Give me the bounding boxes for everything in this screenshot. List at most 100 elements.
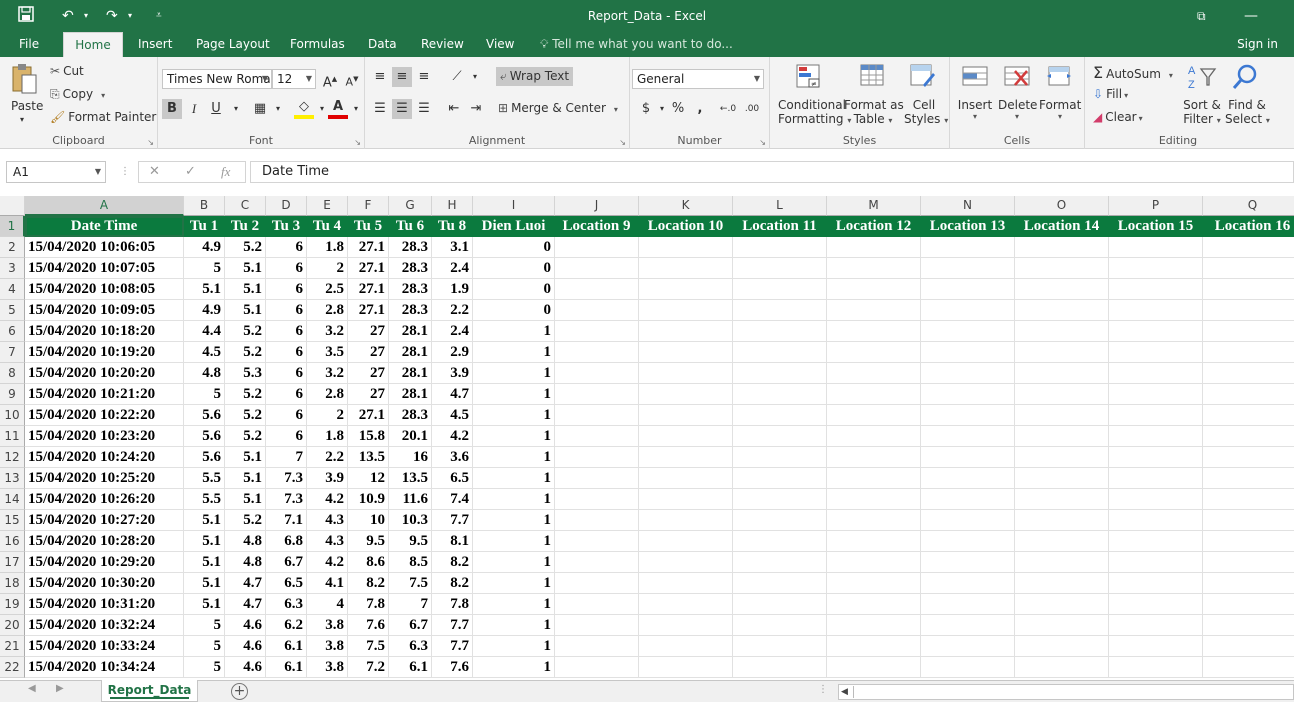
column-header-q[interactable]: Q <box>1203 196 1294 216</box>
date-time-cell[interactable]: 15/04/2020 10:34:24 <box>25 657 184 678</box>
empty-cell[interactable] <box>639 657 733 678</box>
empty-cell[interactable] <box>639 279 733 300</box>
value-cell[interactable]: 6 <box>266 426 307 447</box>
empty-cell[interactable] <box>1109 531 1203 552</box>
column-header-g[interactable]: G <box>389 196 432 216</box>
empty-cell[interactable] <box>827 468 921 489</box>
header-cell[interactable]: Tu 3 <box>266 216 307 237</box>
fill-button[interactable]: ⇩ Fill ▾ <box>1093 87 1128 101</box>
value-cell[interactable]: 7.5 <box>348 636 389 657</box>
format-cells-button[interactable]: Format ▾ <box>1039 98 1081 121</box>
next-sheet-icon[interactable]: ▶ <box>56 683 64 694</box>
empty-cell[interactable] <box>639 468 733 489</box>
insert-cells-button[interactable]: Insert ▾ <box>956 98 994 121</box>
font-color-dropdown-icon[interactable]: ▾ <box>346 99 366 119</box>
row-header[interactable]: 1 <box>0 216 25 237</box>
empty-cell[interactable] <box>827 489 921 510</box>
value-cell[interactable]: 5.2 <box>225 405 266 426</box>
value-cell[interactable]: 1 <box>473 510 555 531</box>
empty-cell[interactable] <box>827 594 921 615</box>
value-cell[interactable]: 28.3 <box>389 237 432 258</box>
tab-view[interactable]: View <box>478 32 522 57</box>
empty-cell[interactable] <box>555 531 639 552</box>
tell-me-search[interactable]: 💡︎ Tell me what you want to do... <box>540 32 733 57</box>
empty-cell[interactable] <box>1203 489 1294 510</box>
value-cell[interactable]: 3.2 <box>307 363 348 384</box>
value-cell[interactable]: 5 <box>184 657 225 678</box>
value-cell[interactable]: 5.1 <box>225 468 266 489</box>
empty-cell[interactable] <box>639 447 733 468</box>
add-sheet-icon[interactable]: + <box>231 683 248 700</box>
minimize-icon[interactable]: — <box>1244 6 1258 26</box>
column-header-d[interactable]: D <box>266 196 307 216</box>
empty-cell[interactable] <box>639 300 733 321</box>
empty-cell[interactable] <box>827 384 921 405</box>
empty-cell[interactable] <box>1203 300 1294 321</box>
empty-cell[interactable] <box>921 657 1015 678</box>
empty-cell[interactable] <box>1015 363 1109 384</box>
empty-cell[interactable] <box>555 573 639 594</box>
empty-cell[interactable] <box>1203 510 1294 531</box>
row-header[interactable]: 18 <box>0 573 25 594</box>
value-cell[interactable]: 1 <box>473 447 555 468</box>
empty-cell[interactable] <box>1015 468 1109 489</box>
empty-cell[interactable] <box>639 384 733 405</box>
value-cell[interactable]: 1 <box>473 321 555 342</box>
empty-cell[interactable] <box>1203 342 1294 363</box>
empty-cell[interactable] <box>1109 573 1203 594</box>
value-cell[interactable]: 2.8 <box>307 384 348 405</box>
empty-cell[interactable] <box>921 384 1015 405</box>
empty-cell[interactable] <box>921 321 1015 342</box>
borders-icon[interactable]: ▦ <box>250 99 270 119</box>
empty-cell[interactable] <box>1203 594 1294 615</box>
name-box[interactable]: A1 ▼ <box>6 161 106 183</box>
value-cell[interactable]: 6 <box>266 321 307 342</box>
value-cell[interactable]: 6.3 <box>389 636 432 657</box>
empty-cell[interactable] <box>1109 636 1203 657</box>
row-header[interactable]: 4 <box>0 279 25 300</box>
empty-cell[interactable] <box>1109 363 1203 384</box>
empty-cell[interactable] <box>1015 342 1109 363</box>
row-header[interactable]: 8 <box>0 363 25 384</box>
empty-cell[interactable] <box>1015 279 1109 300</box>
empty-cell[interactable] <box>1203 615 1294 636</box>
value-cell[interactable]: 6.5 <box>266 573 307 594</box>
clipboard-launcher-icon[interactable]: ↘ <box>147 138 154 147</box>
value-cell[interactable]: 1 <box>473 636 555 657</box>
value-cell[interactable]: 8.2 <box>348 573 389 594</box>
value-cell[interactable]: 8.1 <box>432 531 473 552</box>
empty-cell[interactable] <box>1015 258 1109 279</box>
empty-cell[interactable] <box>639 531 733 552</box>
paste-dropdown-icon[interactable]: ▾ <box>20 115 24 124</box>
empty-cell[interactable] <box>733 552 827 573</box>
empty-cell[interactable] <box>733 363 827 384</box>
empty-cell[interactable] <box>921 279 1015 300</box>
sign-in-link[interactable]: Sign in <box>1237 32 1278 57</box>
empty-cell[interactable] <box>827 636 921 657</box>
empty-cell[interactable] <box>1109 279 1203 300</box>
value-cell[interactable]: 5.1 <box>225 279 266 300</box>
value-cell[interactable]: 4.4 <box>184 321 225 342</box>
empty-cell[interactable] <box>921 405 1015 426</box>
value-cell[interactable]: 6.1 <box>266 657 307 678</box>
empty-cell[interactable] <box>827 573 921 594</box>
header-cell[interactable]: Tu 2 <box>225 216 266 237</box>
tab-review[interactable]: Review <box>413 32 472 57</box>
empty-cell[interactable] <box>827 552 921 573</box>
empty-cell[interactable] <box>1203 321 1294 342</box>
tab-split-grip-icon[interactable]: ⋮ <box>818 684 828 695</box>
empty-cell[interactable] <box>1015 657 1109 678</box>
sort-filter-button[interactable]: Sort & Filter ▾ <box>1181 98 1223 126</box>
empty-cell[interactable] <box>1203 468 1294 489</box>
date-time-cell[interactable]: 15/04/2020 10:19:20 <box>25 342 184 363</box>
value-cell[interactable]: 5 <box>184 384 225 405</box>
value-cell[interactable]: 7.6 <box>348 615 389 636</box>
tab-insert[interactable]: Insert <box>130 32 180 57</box>
empty-cell[interactable] <box>921 489 1015 510</box>
align-middle-icon[interactable]: ≡ <box>392 67 412 87</box>
date-time-cell[interactable]: 15/04/2020 10:07:05 <box>25 258 184 279</box>
empty-cell[interactable] <box>639 615 733 636</box>
horizontal-scrollbar[interactable]: ◀ <box>838 684 1294 700</box>
empty-cell[interactable] <box>1015 594 1109 615</box>
percent-button[interactable]: % <box>668 99 688 119</box>
